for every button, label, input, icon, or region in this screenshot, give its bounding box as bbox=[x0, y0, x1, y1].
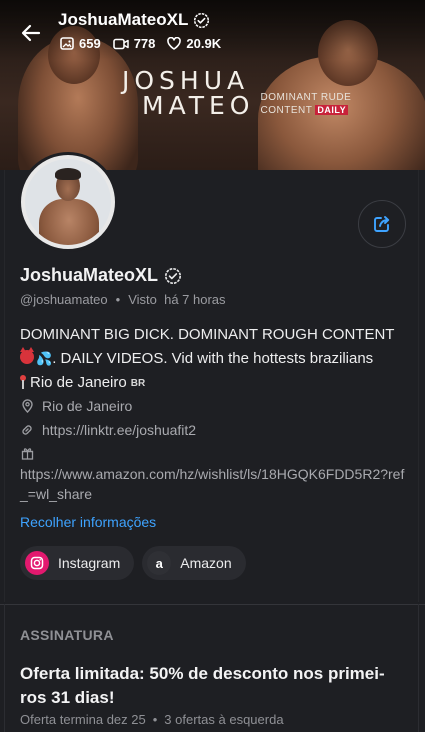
collapse-info-link[interactable]: Recolher informações bbox=[20, 514, 156, 530]
bio-line2: . DAILY VIDEOS. Vid with the hottests br… bbox=[52, 350, 374, 367]
brand-tagline-line1: DOMINANT RUDE bbox=[260, 92, 352, 103]
stat-likes-count: 20.9K bbox=[186, 36, 222, 51]
profile-bio: DOMINANT BIG DICK. DOMINANT ROUGH CONTEN… bbox=[20, 323, 410, 396]
brand-line2: MATEO bbox=[142, 91, 255, 120]
gift-icon bbox=[20, 446, 34, 460]
chip-instagram[interactable]: Instagram bbox=[20, 546, 135, 580]
location-row: Rio de Janeiro bbox=[20, 398, 132, 414]
panel-border-right bbox=[418, 170, 419, 602]
social-chips: Instagram a Amazon bbox=[20, 546, 246, 580]
verified-icon bbox=[164, 267, 182, 285]
chip-amazon-label: Amazon bbox=[180, 555, 232, 571]
location-text: Rio de Janeiro bbox=[42, 398, 133, 414]
amazon-icon: a bbox=[147, 551, 172, 575]
subscription-heading: ASSINATURA bbox=[20, 627, 114, 643]
header-username: JoshuaMateoXL bbox=[58, 10, 189, 29]
arrow-left-icon bbox=[21, 24, 41, 42]
brand-tagline-line2: CONTENT bbox=[260, 105, 313, 116]
location-pin-icon bbox=[20, 399, 34, 413]
profile-name-row: JoshuaMateoXL bbox=[20, 265, 182, 286]
brand-daily-badge: DAILY bbox=[315, 105, 349, 115]
stat-photos: 659 bbox=[60, 36, 101, 51]
offer-text: Oferta limitada: 50% de desconto nos pri… bbox=[20, 664, 385, 707]
sweat-droplets-icon: 💦 bbox=[36, 351, 53, 366]
last-seen-label: Visto bbox=[128, 292, 157, 307]
instagram-icon bbox=[25, 551, 49, 575]
profile-name: JoshuaMateoXL bbox=[20, 265, 159, 285]
stat-photos-count: 659 bbox=[79, 36, 101, 51]
chip-amazon[interactable]: a Amazon bbox=[142, 546, 246, 580]
share-button[interactable] bbox=[358, 200, 406, 248]
stat-likes: 20.9K bbox=[167, 36, 221, 51]
panel-border-right bbox=[418, 604, 419, 732]
wishlist-link[interactable]: https://www.amazon.com/hz/wishlist/ls/18… bbox=[20, 464, 410, 504]
banner-brand-logo: JOSHUA MATEO DOMINANT RUDE CONTENT DAILY bbox=[122, 66, 351, 120]
video-icon bbox=[112, 38, 129, 49]
verified-icon bbox=[193, 12, 210, 29]
bio-line1: DOMINANT BIG DICK. DOMINANT ROUGH CONTEN… bbox=[20, 326, 395, 343]
profile-handle: @joshuamateo bbox=[20, 292, 108, 307]
header-title: JoshuaMateoXL bbox=[58, 10, 210, 30]
back-button[interactable] bbox=[16, 18, 46, 48]
header-stats: 659 778 20.9K bbox=[60, 36, 221, 51]
banner-shade bbox=[0, 0, 425, 60]
stat-videos-count: 778 bbox=[133, 36, 156, 51]
avatar-photo bbox=[25, 159, 111, 245]
separator-dot: • bbox=[152, 712, 158, 727]
profile-meta: @joshuamateo • Visto há 7 horas bbox=[20, 292, 226, 307]
chip-instagram-label: Instagram bbox=[58, 555, 121, 571]
bio-location: Rio de Janeiro bbox=[30, 374, 127, 391]
panel-border-left bbox=[4, 170, 5, 602]
separator-dot: • bbox=[115, 292, 121, 307]
offer-ends: Oferta termina dez 25 bbox=[20, 712, 146, 727]
stat-videos: 778 bbox=[112, 36, 156, 51]
panel-border-left bbox=[4, 604, 5, 732]
website-link[interactable]: https://linktr.ee/joshuafit2 bbox=[42, 422, 196, 438]
brand-line1: JOSHUA bbox=[122, 66, 250, 95]
wishlist-row bbox=[20, 446, 42, 460]
heart-icon bbox=[167, 37, 182, 50]
share-icon bbox=[374, 216, 390, 232]
round-pushpin-icon bbox=[20, 375, 26, 389]
brazil-flag-icon: BR bbox=[130, 378, 146, 389]
link-icon bbox=[20, 423, 34, 437]
offers-left: 3 ofertas à esquerda bbox=[164, 712, 284, 727]
brand-tagline: DOMINANT RUDE CONTENT DAILY bbox=[260, 92, 351, 117]
devil-emoji-icon bbox=[20, 347, 34, 364]
last-seen-time: há 7 horas bbox=[164, 292, 226, 307]
section-divider bbox=[0, 604, 425, 605]
image-icon bbox=[60, 37, 74, 50]
offer-meta: Oferta termina dez 25 • 3 ofertas à esqu… bbox=[20, 712, 284, 727]
avatar[interactable] bbox=[18, 152, 118, 252]
website-row[interactable]: https://linktr.ee/joshuafit2 bbox=[20, 422, 196, 438]
